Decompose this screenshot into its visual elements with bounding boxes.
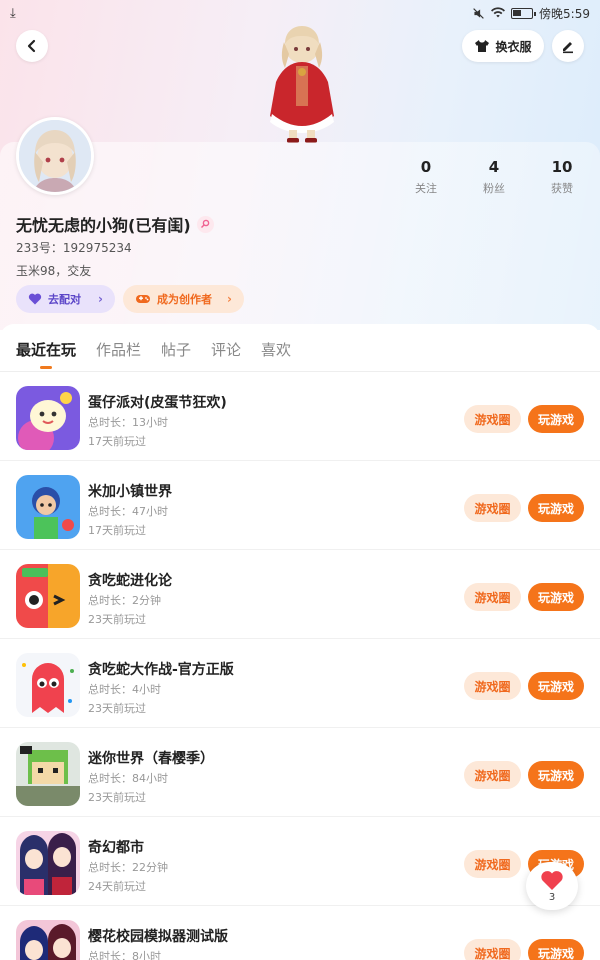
game-last-played: 17天前玩过: [88, 435, 146, 448]
play-game-button[interactable]: 玩游戏: [528, 939, 584, 960]
match-button[interactable]: 去配对 ›: [16, 285, 115, 313]
fans-label: 粉丝: [483, 182, 505, 195]
stat-likes[interactable]: 10 获赞: [532, 158, 592, 196]
likes-count: 10: [551, 158, 573, 176]
following-count: 0: [420, 158, 432, 176]
game-name: 贪吃蛇进化论: [88, 573, 172, 589]
fans-count: 4: [488, 158, 500, 176]
game-icon: [16, 653, 80, 717]
game-duration: 总时长：8小时: [88, 950, 161, 960]
game-duration: 总时长：2分钟: [88, 594, 161, 607]
game-icon: [16, 920, 80, 960]
stat-following[interactable]: 0 关注: [396, 158, 456, 196]
become-creator-label: 成为创作者: [157, 293, 212, 306]
back-button[interactable]: [16, 30, 48, 62]
shirt-icon: [475, 40, 490, 52]
list-item[interactable]: 蛋仔派对(皮蛋节狂欢) 总时长：13小时 17天前玩过 游戏圈 玩游戏: [0, 372, 600, 461]
game-icon: [16, 475, 80, 539]
following-label: 关注: [415, 182, 437, 195]
list-item[interactable]: 迷你世界（春樱季） 总时长：84小时 23天前玩过 游戏圈 玩游戏: [0, 728, 600, 817]
play-game-button[interactable]: 玩游戏: [528, 672, 584, 700]
female-gender-icon: [196, 215, 214, 233]
list-item[interactable]: 樱花校园模拟器测试版 总时长：8小时 游戏圈 玩游戏: [0, 906, 600, 960]
username: 无忧无虑的小狗(已有闺): [16, 216, 191, 235]
game-circle-button[interactable]: 游戏圈: [464, 761, 521, 789]
game-duration: 总时长：4小时: [88, 683, 161, 696]
avatar-3d-figure[interactable]: [256, 22, 348, 144]
game-circle-button[interactable]: 游戏圈: [464, 405, 521, 433]
game-name: 蛋仔派对(皮蛋节狂欢): [88, 395, 227, 411]
user-bio: 玉米98，交友: [16, 264, 92, 278]
game-duration: 总时长：22分钟: [88, 861, 168, 874]
game-circle-button[interactable]: 游戏圈: [464, 672, 521, 700]
game-icon: [16, 564, 80, 628]
game-circle-button[interactable]: 游戏圈: [464, 583, 521, 611]
game-last-played: 23天前玩过: [88, 791, 146, 804]
game-duration: 总时长：13小时: [88, 416, 168, 429]
game-name: 米加小镇世界: [88, 484, 172, 500]
pencil-icon: [563, 42, 573, 54]
game-icon: [16, 742, 80, 806]
match-label: 去配对: [48, 293, 81, 306]
stat-fans[interactable]: 4 粉丝: [464, 158, 524, 196]
chevron-right-icon: ›: [98, 292, 103, 306]
active-tab-indicator: [40, 366, 52, 369]
battery-icon: [511, 7, 537, 19]
floating-like-button[interactable]: 3: [526, 862, 578, 910]
game-icon: [16, 386, 80, 450]
content-tabs: 最近在玩 作品栏 帖子 评论 喜欢: [0, 324, 600, 372]
heart-icon: [28, 293, 42, 305]
game-name: 樱花校园模拟器测试版: [88, 929, 228, 945]
download-icon: ⤓: [10, 5, 16, 21]
tab-works[interactable]: 作品栏: [96, 339, 141, 360]
change-outfit-button[interactable]: 换衣服: [462, 30, 544, 62]
status-time: 傍晚5:59: [539, 6, 590, 21]
game-last-played: 17天前玩过: [88, 524, 146, 537]
tab-likes[interactable]: 喜欢: [261, 339, 291, 360]
game-icon: [16, 831, 80, 895]
profile-stats: 0 关注 4 粉丝 10 获赞: [0, 158, 600, 198]
play-game-button[interactable]: 玩游戏: [528, 405, 584, 433]
gamepad-icon: [136, 295, 150, 303]
game-duration: 总时长：84小时: [88, 772, 168, 785]
list-item[interactable]: 米加小镇世界 总时长：47小时 17天前玩过 游戏圈 玩游戏: [0, 461, 600, 550]
play-game-button[interactable]: 玩游戏: [528, 761, 584, 789]
game-name: 贪吃蛇大作战-官方正版: [88, 662, 234, 678]
chevron-left-icon: [27, 39, 36, 53]
play-game-button[interactable]: 玩游戏: [528, 583, 584, 611]
become-creator-button[interactable]: 成为创作者 ›: [123, 285, 244, 313]
heart-icon: [541, 870, 563, 890]
user-id: 233号：192975234: [16, 241, 132, 255]
change-outfit-label: 换衣服: [495, 39, 532, 54]
game-circle-button[interactable]: 游戏圈: [464, 850, 521, 878]
game-circle-button[interactable]: 游戏圈: [464, 494, 521, 522]
game-last-played: 24天前玩过: [88, 880, 146, 893]
game-name: 迷你世界（春樱季）: [88, 751, 214, 767]
mute-icon: [473, 7, 484, 19]
chevron-right-icon: ›: [227, 292, 232, 306]
tab-recently-played[interactable]: 最近在玩: [16, 339, 76, 360]
list-item[interactable]: 贪吃蛇大作战-官方正版 总时长：4小时 23天前玩过 游戏圈 玩游戏: [0, 639, 600, 728]
game-circle-button[interactable]: 游戏圈: [464, 939, 521, 960]
game-name: 奇幻都市: [88, 840, 144, 856]
like-count: 3: [548, 891, 556, 903]
username-row: 无忧无虑的小狗(已有闺): [16, 212, 214, 236]
play-game-button[interactable]: 玩游戏: [528, 494, 584, 522]
tab-posts[interactable]: 帖子: [161, 339, 191, 360]
game-duration: 总时长：47小时: [88, 505, 168, 518]
tab-comments[interactable]: 评论: [211, 339, 241, 360]
list-item[interactable]: 贪吃蛇进化论 总时长：2分钟 23天前玩过 游戏圈 玩游戏: [0, 550, 600, 639]
list-item[interactable]: 奇幻都市 总时长：22分钟 24天前玩过 游戏圈 玩游戏: [0, 817, 600, 906]
wifi-icon: [491, 7, 506, 18]
game-last-played: 23天前玩过: [88, 702, 146, 715]
edit-profile-button[interactable]: [552, 30, 584, 62]
likes-label: 获赞: [551, 182, 573, 195]
game-last-played: 23天前玩过: [88, 613, 146, 626]
